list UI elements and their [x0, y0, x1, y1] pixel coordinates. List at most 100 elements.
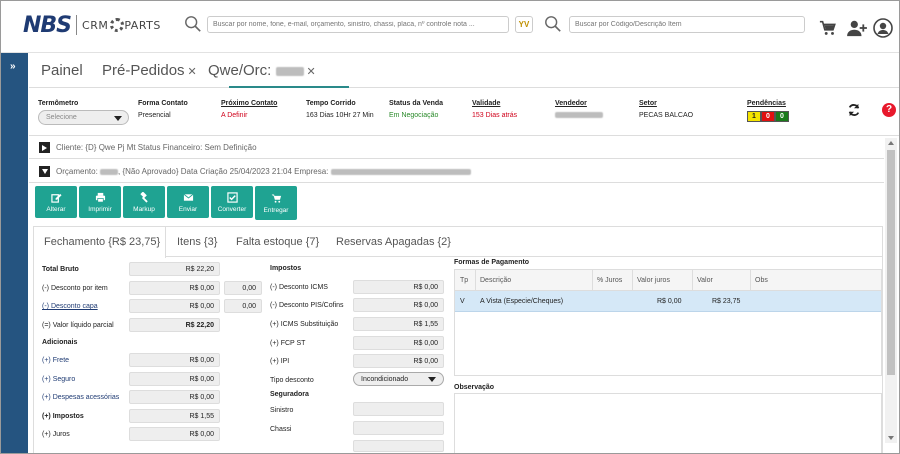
sub-tabs: Fechamento {R$ 23,75} Itens {3} Falta es…: [34, 227, 882, 258]
payment-table-header: Tp Descrição % Juros Valor juros Valor O…: [455, 270, 881, 291]
col-valor[interactable]: Valor: [697, 277, 713, 284]
tab-orcamento[interactable]: Qwe/Orc: ✕: [208, 62, 316, 79]
pendencia-badge-red[interactable]: 0: [761, 111, 775, 122]
vertical-scrollbar[interactable]: [885, 138, 897, 443]
yv-badge-icon[interactable]: YV: [515, 16, 533, 33]
col-descricao[interactable]: Descrição: [480, 277, 511, 284]
seguro-label: (+) Seguro: [42, 376, 76, 383]
subtab-fechamento[interactable]: Fechamento {R$ 23,75}: [44, 236, 161, 248]
seguro-field[interactable]: R$ 0,00: [129, 372, 220, 386]
search-icon[interactable]: [184, 15, 202, 33]
scroll-up-icon[interactable]: [888, 141, 894, 145]
tab-painel[interactable]: Painel: [41, 62, 83, 79]
col-obs[interactable]: Obs: [755, 277, 768, 284]
scrollbar-thumb[interactable]: [887, 150, 895, 375]
subtab-itens[interactable]: Itens {3}: [177, 236, 217, 248]
add-user-icon[interactable]: [846, 19, 868, 37]
setor-link[interactable]: Setor: [639, 100, 693, 107]
forma-contato-value: Presencial: [138, 112, 171, 119]
logo-parts-text: PARTS: [124, 18, 161, 32]
subtab-reservas-apagadas[interactable]: Reservas Apagadas {2}: [336, 236, 451, 248]
table-row[interactable]: V A Vista (Especie/Cheques) R$ 0,00 R$ 2…: [455, 291, 881, 312]
caret-down-icon: [114, 116, 122, 121]
pendencias-link[interactable]: Pendências: [747, 100, 789, 107]
redacted-text: [330, 168, 471, 175]
forma-contato-label: Forma Contato: [138, 100, 188, 107]
hammer-icon: [139, 191, 148, 203]
tempo-corrido-label: Tempo Corrido: [306, 100, 356, 107]
chassi-label: Chassi: [270, 426, 292, 433]
orcamento-row[interactable]: Orçamento: , {Não Aprovado} Data Criação…: [29, 161, 884, 183]
alterar-button[interactable]: Alterar: [35, 186, 77, 218]
markup-button[interactable]: Markup: [123, 186, 165, 218]
frete-label: (+) Frete: [42, 357, 70, 364]
converter-button[interactable]: Converter: [211, 186, 253, 218]
redacted-text: [555, 112, 603, 119]
check-square-icon: [226, 191, 238, 203]
imprimir-button[interactable]: Imprimir: [79, 186, 121, 218]
orcamento-details: , {Não Aprovado} Data Criação 25/04/2023…: [118, 167, 329, 176]
col-tp[interactable]: Tp: [460, 277, 468, 284]
gear-icon: [110, 18, 125, 32]
close-icon[interactable]: ✕: [188, 66, 197, 78]
col-juros-pct[interactable]: % Juros: [597, 277, 622, 284]
seguradora-label: Seguradora: [270, 391, 309, 398]
fcp-st-field: R$ 0,00: [353, 336, 444, 350]
validade-value: 153 Dias atrás: [472, 112, 518, 119]
refresh-icon[interactable]: [847, 103, 861, 117]
validade-link[interactable]: Validade: [472, 100, 517, 107]
desconto-capa-link[interactable]: (-) Desconto capa: [42, 303, 98, 310]
termometro-select[interactable]: Selecione: [38, 110, 129, 125]
entregar-button[interactable]: Entregar: [255, 186, 297, 220]
pendencia-badge-green[interactable]: 0: [775, 111, 789, 122]
formas-pagamento-title: Formas de Pagamento: [454, 259, 530, 266]
proximo-contato-value: A Definir: [221, 112, 248, 119]
help-icon[interactable]: ?: [882, 103, 896, 117]
desconto-icms-field: R$ 0,00: [353, 280, 444, 294]
col-valor-juros[interactable]: Valor juros: [637, 277, 670, 284]
status-venda-value: Em Negociação: [389, 112, 439, 119]
button-label: Alterar: [46, 205, 66, 213]
enviar-button[interactable]: Enviar: [167, 186, 209, 218]
sinistro-field[interactable]: [353, 402, 444, 416]
collapse-toggle-icon[interactable]: [39, 166, 50, 177]
observacao-textarea[interactable]: [454, 393, 882, 453]
scroll-down-icon[interactable]: [888, 436, 894, 440]
action-toolbar: Alterar Imprimir Markup Enviar Converter…: [35, 186, 297, 220]
cart-icon: [271, 193, 281, 203]
expand-chevron-icon[interactable]: »: [10, 61, 16, 72]
company-logo[interactable]: NBS CRM PARTS: [23, 11, 161, 39]
cell-valor-juros: R$ 0,00: [657, 298, 682, 305]
user-account-icon[interactable]: [873, 18, 893, 38]
despesas-field[interactable]: R$ 0,00: [129, 390, 220, 404]
tab-pre-pedidos[interactable]: Pré-Pedidos ✕: [102, 62, 197, 79]
global-search-input[interactable]: [207, 16, 509, 33]
vendedor-link[interactable]: Vendedor: [555, 100, 603, 107]
cliente-row[interactable]: Cliente: {D} Qwe Pj Mt Status Financeiro…: [29, 137, 884, 159]
proximo-contato-link[interactable]: Próximo Contato: [221, 100, 277, 107]
valor-liquido-label: (=) Valor líquido parcial: [42, 322, 114, 329]
extra-field[interactable]: [353, 440, 444, 452]
expand-toggle-icon[interactable]: [39, 142, 50, 153]
select-value: Selecione: [46, 114, 77, 121]
cart-icon[interactable]: [819, 19, 837, 37]
adicionais-label: Adicionais: [42, 339, 78, 346]
chassi-field[interactable]: [353, 421, 444, 435]
pendencias-badges[interactable]: 1 0 0: [747, 111, 789, 122]
product-search-icon[interactable]: [544, 15, 562, 33]
tipo-desconto-select[interactable]: Incondicionado: [353, 372, 444, 386]
cliente-text: Cliente: {D} Qwe Pj Mt Status Financeiro…: [56, 143, 257, 152]
close-icon[interactable]: ✕: [307, 66, 316, 78]
select-value: Incondicionado: [361, 376, 409, 383]
termometro-label: Termômetro: [38, 100, 79, 107]
desconto-item-pct-field: 0,00: [224, 281, 262, 295]
tab-label: Painel: [41, 62, 83, 79]
subtab-falta-estoque[interactable]: Falta estoque {7}: [236, 236, 319, 248]
juros-label: (+) Juros: [42, 431, 70, 438]
impostos-title: Impostos: [270, 265, 302, 272]
desconto-capa-pct-field: 0,00: [224, 299, 262, 313]
frete-field[interactable]: R$ 0,00: [129, 353, 220, 367]
product-search-input[interactable]: [569, 16, 805, 33]
order-info-bar: Termômetro Selecione Forma Contato Prese…: [29, 96, 899, 136]
pendencia-badge-yellow[interactable]: 1: [747, 111, 761, 122]
